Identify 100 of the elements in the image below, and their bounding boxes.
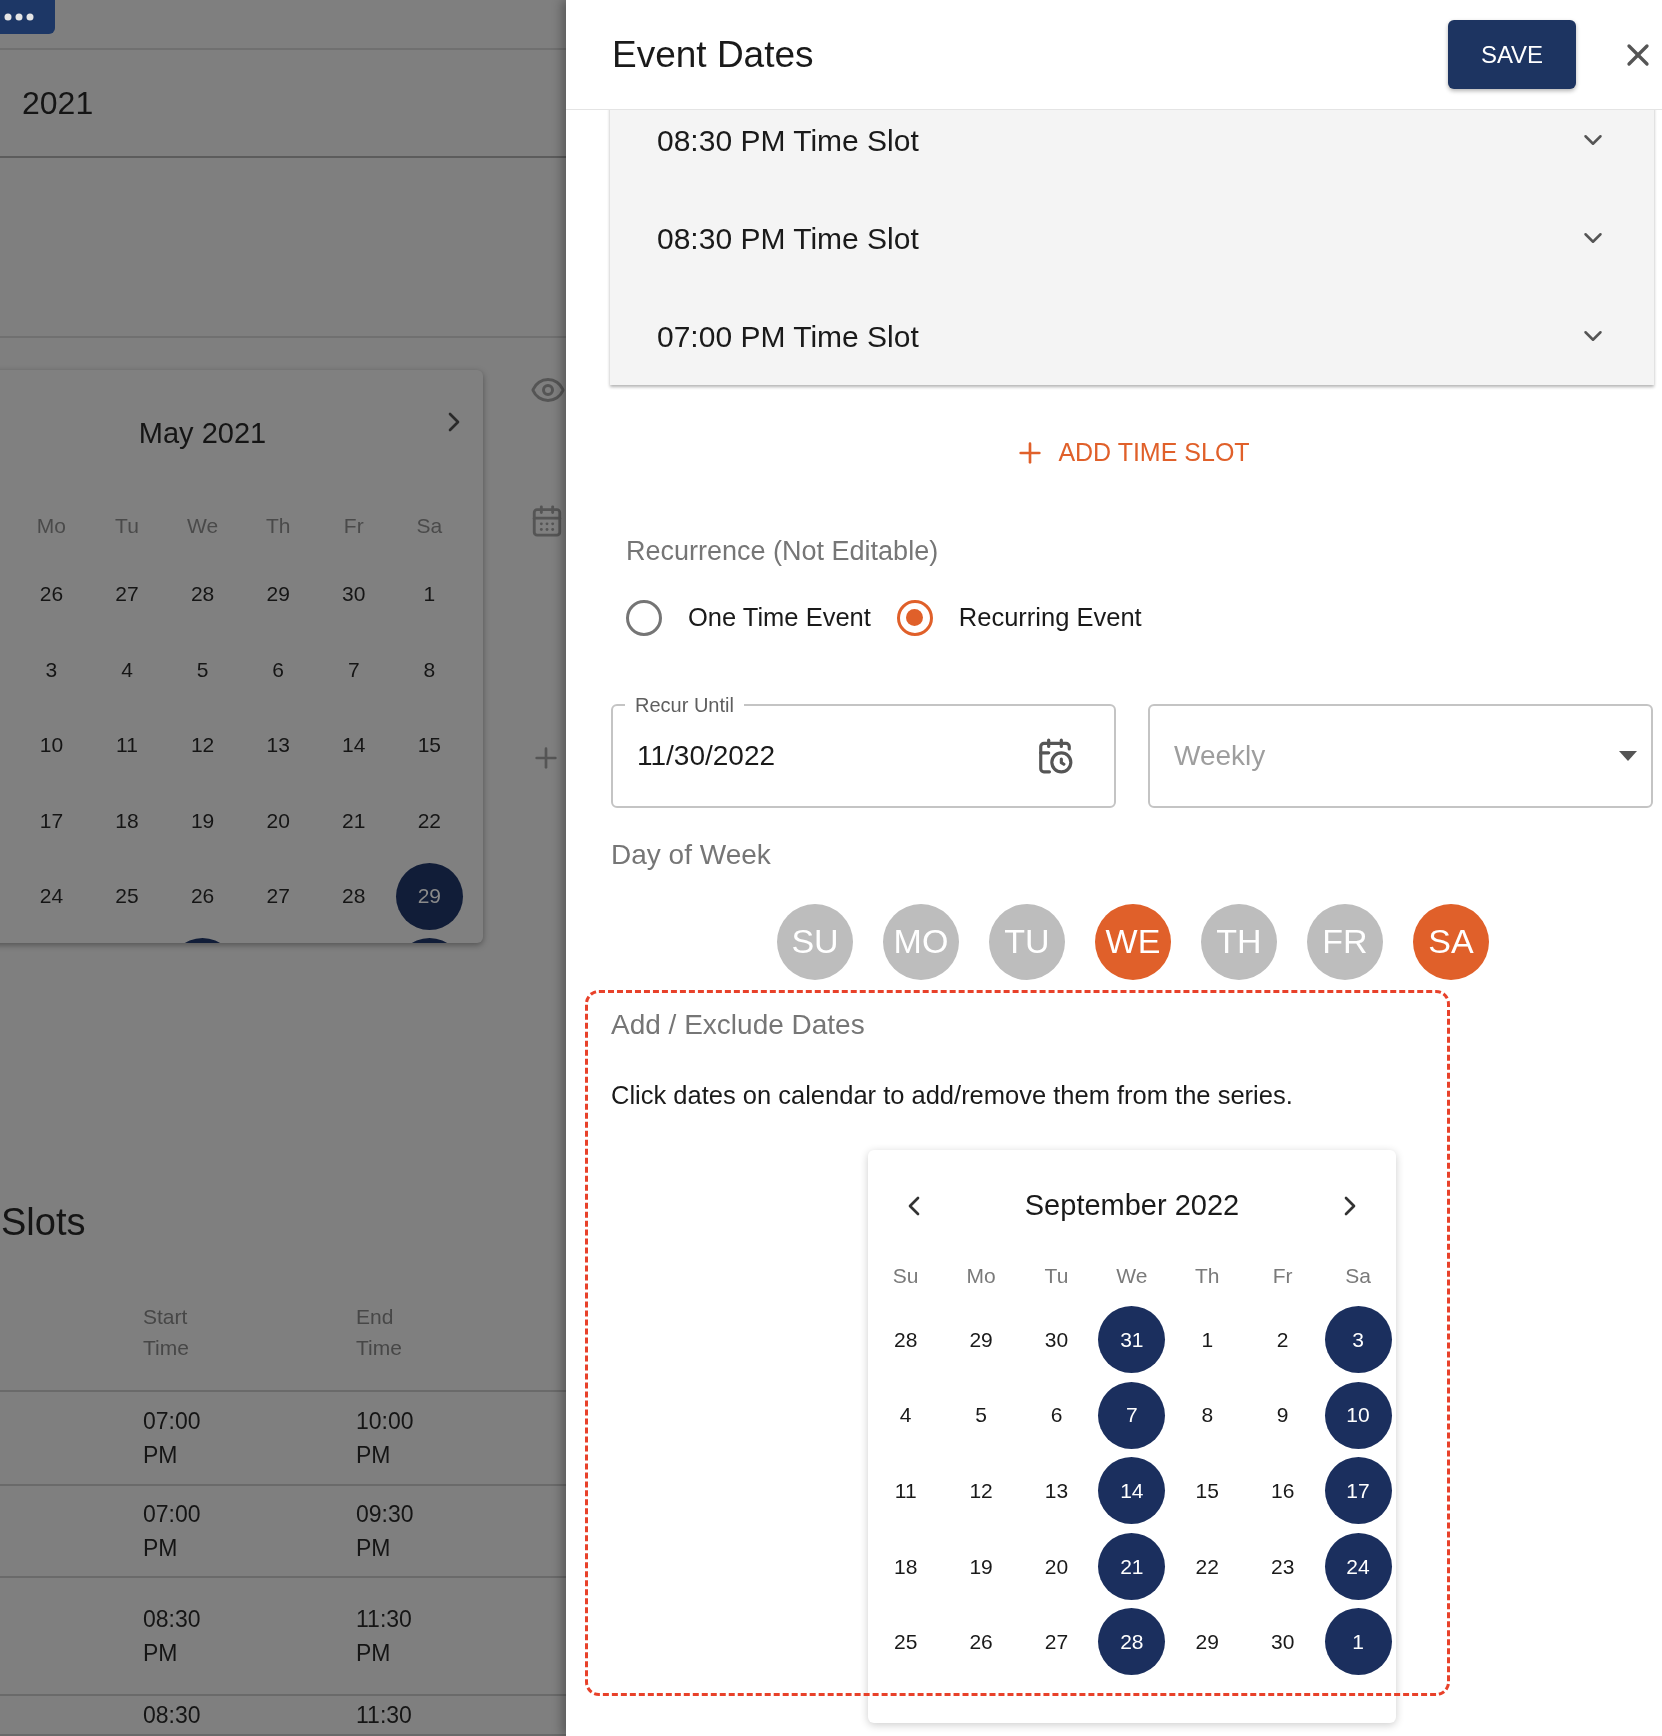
time-slot-label: 08:30 PM Time Slot <box>657 220 919 257</box>
calendar-day[interactable]: 11 <box>872 1457 940 1525</box>
weekday-toggle[interactable]: SA <box>1413 903 1489 980</box>
calendar-day[interactable]: 15 <box>1173 1457 1241 1525</box>
calendar-day[interactable]: 12 <box>169 711 237 779</box>
calendar-day[interactable]: 27 <box>93 560 161 628</box>
calendar-day[interactable]: 5 <box>947 1381 1015 1449</box>
table-cell-text: 07:00 PM <box>143 1407 202 1470</box>
time-slot-label: 07:00 PM Time Slot <box>657 318 919 355</box>
weekday-label: We <box>1116 1263 1148 1289</box>
radio-button[interactable] <box>896 599 933 636</box>
radio-label: One Time Event <box>688 602 871 634</box>
calendar-day[interactable]: 30 <box>320 560 388 628</box>
calendar-day[interactable]: 12 <box>947 1457 1015 1525</box>
field-value: 11/30/2022 <box>637 738 776 773</box>
calendar-day[interactable]: 3 <box>1324 1306 1392 1374</box>
time-slot-label: 08:30 PM Time Slot <box>657 122 919 159</box>
calendar-day[interactable]: 24 <box>1324 1532 1392 1600</box>
add-time-slot-button[interactable]: ADD TIME SLOT <box>1014 433 1250 473</box>
calendar-day[interactable]: 17 <box>1324 1457 1392 1525</box>
calendar-day[interactable]: 21 <box>320 787 388 855</box>
calendar-day[interactable]: 4 <box>872 1381 940 1449</box>
time-slot-row[interactable]: 07:00 PM Time Slot <box>610 287 1654 385</box>
calendar-day[interactable]: 13 <box>1022 1457 1090 1525</box>
calendar-day[interactable]: 3 <box>17 635 85 703</box>
calendar-day[interactable]: 30 <box>1022 1306 1090 1374</box>
save-button[interactable]: SAVE <box>1448 20 1576 89</box>
calendar-day[interactable]: 7 <box>1098 1381 1166 1449</box>
calendar-day[interactable]: 26 <box>947 1608 1015 1676</box>
calendar-day[interactable]: 2 <box>1249 1306 1317 1374</box>
calendar-day[interactable]: 13 <box>244 711 312 779</box>
calendar-day[interactable]: 1 <box>1173 1306 1241 1374</box>
calendar-day[interactable]: 29 <box>244 560 312 628</box>
calendar-day[interactable]: 26 <box>17 560 85 628</box>
calendar-day[interactable]: 8 <box>1173 1381 1241 1449</box>
calendar-day[interactable]: 8 <box>395 635 463 703</box>
drawer-title: Event Dates <box>612 32 814 77</box>
calendar-day[interactable]: 30 <box>1249 1608 1317 1676</box>
calendar-day[interactable]: 28 <box>169 560 237 628</box>
calendar-day[interactable]: 10 <box>1324 1381 1392 1449</box>
calendar-day[interactable]: 24 <box>17 862 85 930</box>
table-cell-text: 08:30 <box>143 1701 202 1730</box>
calendar-month: September 2022 <box>1024 1188 1240 1223</box>
column-header: Start Time <box>143 1304 190 1361</box>
more-icon <box>4 13 34 21</box>
calendar-day[interactable]: 10 <box>17 711 85 779</box>
column-header: End Time <box>356 1304 403 1361</box>
calendar-day[interactable]: 29 <box>395 862 463 930</box>
weekday-label: Su <box>892 1263 919 1289</box>
calendar-day[interactable]: 29 <box>1173 1608 1241 1676</box>
calendar-day[interactable]: 26 <box>169 862 237 930</box>
table-cell-text: 09:30 PM <box>356 1500 415 1563</box>
calendar-day[interactable]: 25 <box>872 1608 940 1676</box>
calendar-day[interactable]: 28 <box>320 862 388 930</box>
calendar-day[interactable]: 19 <box>947 1532 1015 1600</box>
calendar-day[interactable]: 22 <box>395 787 463 855</box>
calendar-day[interactable]: 7 <box>320 635 388 703</box>
radio-label: Recurring Event <box>958 602 1142 634</box>
time-slot-row[interactable]: 08:30 PM Time Slot <box>610 189 1654 287</box>
calendar-day[interactable]: 20 <box>1022 1532 1090 1600</box>
calendar-day[interactable]: 23 <box>1249 1532 1317 1600</box>
calendar-day[interactable]: 28 <box>1098 1608 1166 1676</box>
radio-button[interactable] <box>626 599 662 636</box>
calendar-day[interactable]: 15 <box>395 711 463 779</box>
time-slot-row[interactable]: 08:30 PM Time Slot <box>610 110 1654 189</box>
exclude-dates-label: Add / Exclude Dates <box>611 1008 865 1040</box>
calendar-day[interactable]: 9 <box>1249 1381 1317 1449</box>
section-heading: Slots <box>1 1199 86 1245</box>
calendar-day[interactable]: 4 <box>93 635 161 703</box>
calendar-day[interactable]: 21 <box>1098 1532 1166 1600</box>
calendar-day[interactable]: 11 <box>93 711 161 779</box>
calendar-day[interactable]: 28 <box>872 1306 940 1374</box>
exclude-dates-hint: Click dates on calendar to add/remove them from the series. <box>611 1080 1293 1109</box>
calendar-day[interactable]: 14 <box>1098 1457 1166 1525</box>
calendar-day[interactable]: 20 <box>244 787 312 855</box>
weekday-toggle[interactable]: WE <box>1095 903 1171 980</box>
calendar-day[interactable]: 6 <box>1022 1381 1090 1449</box>
calendar-day[interactable]: 27 <box>1022 1608 1090 1676</box>
calendar-day[interactable]: 25 <box>93 862 161 930</box>
calendar-day[interactable]: 1 <box>395 560 463 628</box>
calendar-day[interactable]: 6 <box>244 635 312 703</box>
weekday-label: Tu <box>1044 1263 1069 1289</box>
calendar-day[interactable]: 17 <box>17 787 85 855</box>
weekday-label: Mo <box>966 1263 996 1289</box>
calendar-day[interactable]: 22 <box>1173 1532 1241 1600</box>
calendar-day[interactable]: 27 <box>244 862 312 930</box>
calendar-day[interactable]: 18 <box>872 1532 940 1600</box>
calendar-icon[interactable] <box>1036 736 1074 775</box>
calendar-day[interactable]: 1 <box>1324 1608 1392 1676</box>
day-of-week-label: Day of Week <box>611 838 771 870</box>
more-button[interactable] <box>0 0 55 34</box>
calendar-day[interactable]: 29 <box>947 1306 1015 1374</box>
weekday-label: Th <box>1195 1263 1220 1289</box>
calendar-day[interactable]: 19 <box>169 787 237 855</box>
calendar-day[interactable]: 31 <box>1098 1306 1166 1374</box>
calendar-day[interactable]: 14 <box>320 711 388 779</box>
weekday-label: Fr <box>1272 1263 1293 1289</box>
calendar-day[interactable]: 18 <box>93 787 161 855</box>
calendar-day[interactable]: 16 <box>1249 1457 1317 1525</box>
calendar-day[interactable]: 5 <box>169 635 237 703</box>
